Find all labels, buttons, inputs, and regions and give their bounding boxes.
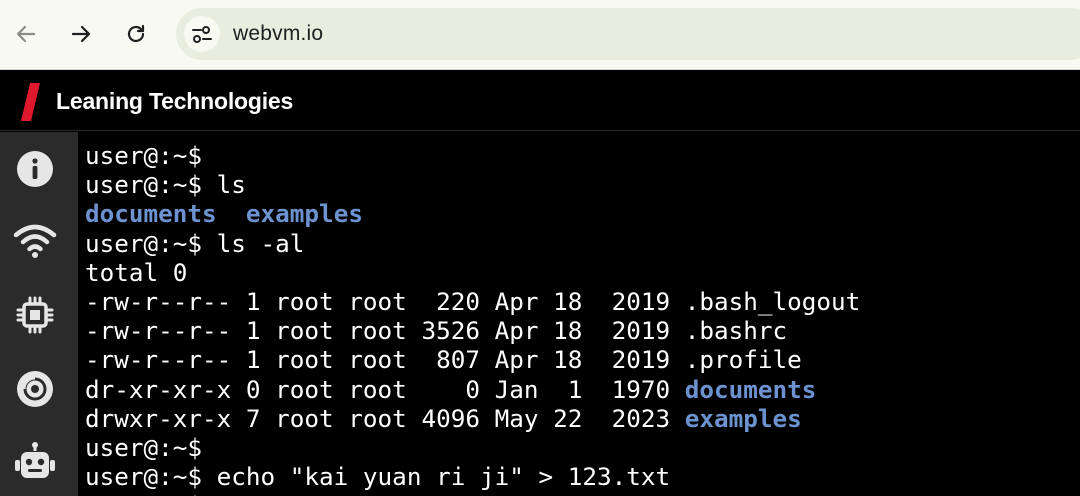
address-bar[interactable]: webvm.io (176, 8, 1080, 60)
terminal-line: user@:~$ ls (85, 170, 1080, 199)
terminal-line: total 0 (85, 258, 1080, 287)
app-header: Leaning Technologies (0, 71, 1080, 131)
cpu-button[interactable] (10, 290, 60, 340)
terminal-text: user@:~$ ls -al (85, 228, 305, 258)
terminal-line: -rw-r--r-- 1 root root 220 Apr 18 2019 .… (85, 287, 1080, 316)
terminal-line: user@:~$ (85, 141, 1080, 170)
terminal-text: user@:~$ (85, 432, 203, 462)
wifi-icon (13, 224, 57, 258)
disk-icon (17, 371, 53, 407)
terminal-text: -rw-r--r-- 1 root root 3526 Apr 18 2019 … (85, 316, 788, 346)
back-arrow-icon (16, 25, 36, 43)
forward-button[interactable] (63, 16, 99, 52)
reload-button[interactable] (118, 16, 154, 52)
back-button[interactable] (8, 16, 44, 52)
terminal-text: dr-xr-xr-x 0 root root 0 Jan 1 1970 (85, 374, 685, 404)
terminal-line: documents examples (85, 199, 1080, 228)
brand-name: Leaning Technologies (56, 88, 294, 114)
logo-slash-icon (21, 83, 40, 121)
directory-name: examples (245, 199, 363, 229)
terminal-line: -rw-r--r-- 1 root root 807 Apr 18 2019 .… (85, 345, 1080, 374)
reload-icon (127, 24, 145, 43)
terminal-text: total 0 (85, 257, 188, 287)
url-text[interactable]: webvm.io (233, 22, 323, 46)
terminal-line: dr-xr-xr-x 0 root root 0 Jan 1 1970 docu… (85, 375, 1080, 404)
assistant-button[interactable] (10, 438, 60, 488)
terminal-line: user@:~$ (85, 433, 1080, 462)
terminal-output[interactable]: user@:~$ user@:~$ ls documents examples use… (78, 132, 1080, 496)
cpu-chip-icon (16, 296, 54, 334)
terminal-line: drwxr-xr-x 7 root root 4096 May 22 2023 … (85, 404, 1080, 433)
directory-name: examples (684, 403, 802, 433)
terminal-line: user@:~$ ls -al (85, 229, 1080, 258)
terminal-text: user@:~$ ls (85, 170, 246, 200)
network-button[interactable] (10, 216, 60, 266)
terminal-line: user@:~$ cat 123.txt (85, 491, 1080, 496)
forward-arrow-icon (71, 25, 91, 43)
info-button[interactable] (10, 144, 60, 194)
sidebar (0, 132, 78, 496)
terminal-text: -rw-r--r-- 1 root root 807 Apr 18 2019 .… (85, 345, 802, 375)
directory-name: documents (85, 199, 217, 229)
terminal-text: drwxr-xr-x 7 root root 4096 May 22 2023 (85, 403, 685, 433)
terminal-line: -rw-r--r-- 1 root root 3526 Apr 18 2019 … (85, 316, 1080, 345)
directory-name: documents (684, 374, 817, 404)
terminal-text: user@:~$ (85, 141, 203, 170)
site-info-icon (192, 26, 212, 43)
browser-toolbar: webvm.io (0, 0, 1080, 70)
robot-icon (15, 442, 55, 478)
terminal-line: user@:~$ echo "kai yuan ri ji" > 123.txt (85, 462, 1080, 491)
terminal-text: user@:~$ echo "kai yuan ri ji" > 123.txt (85, 462, 671, 492)
info-icon (17, 151, 53, 187)
terminal-text: user@:~$ cat 123.txt (85, 491, 378, 496)
site-info-button[interactable] (184, 16, 220, 52)
terminal-text: -rw-r--r-- 1 root root 220 Apr 18 2019 .… (85, 286, 861, 316)
disk-button[interactable] (10, 364, 60, 414)
